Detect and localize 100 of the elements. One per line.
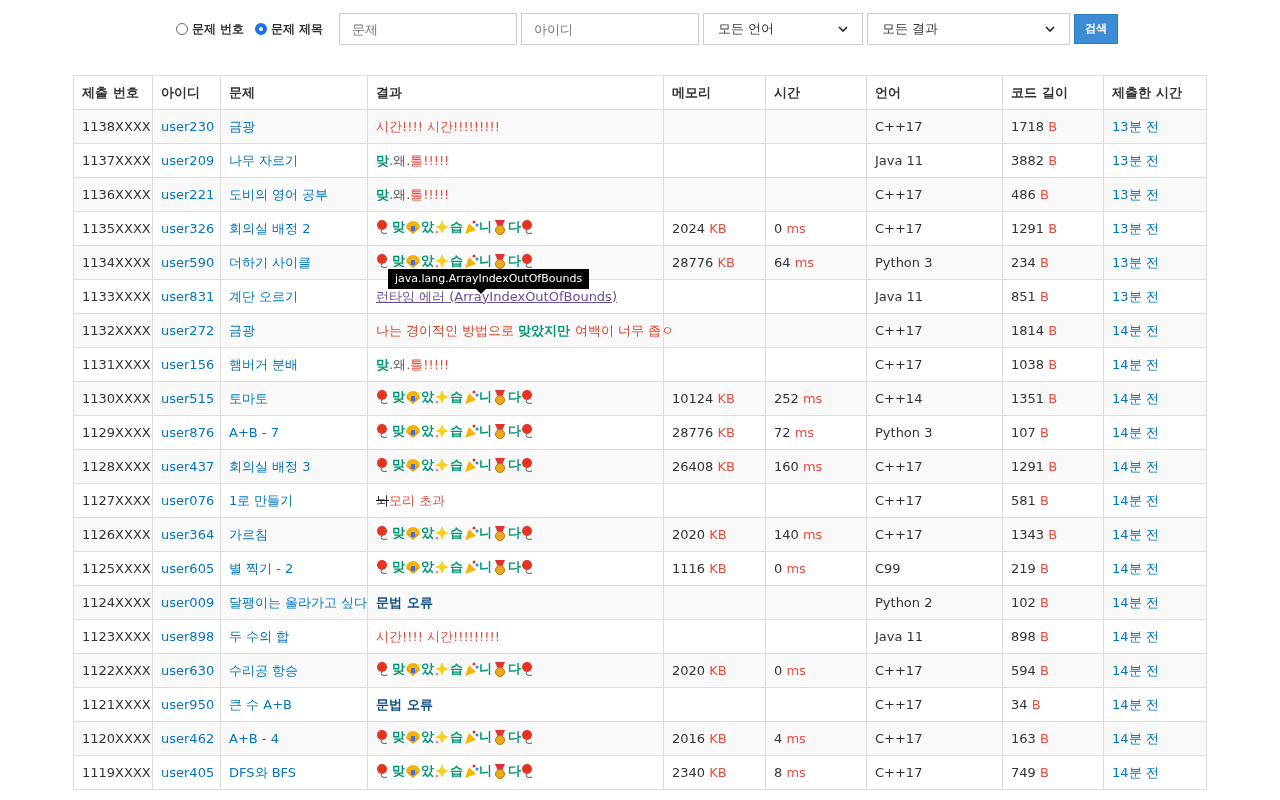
submission-id: 1135XXXX bbox=[82, 220, 151, 236]
submission-id: 1119XXXX bbox=[82, 764, 151, 780]
problem-search-field[interactable]: 문제 bbox=[338, 13, 517, 45]
problem-link[interactable]: 토마토 bbox=[229, 390, 268, 406]
result-syllable: 니 bbox=[479, 251, 492, 270]
sparkle-icon bbox=[434, 456, 450, 473]
problem-link[interactable]: 큰 수 A+B bbox=[229, 696, 292, 712]
result-syllable: 다 bbox=[508, 659, 521, 678]
memory-value: 1116 KB bbox=[672, 560, 727, 576]
party-popper-icon bbox=[463, 762, 479, 779]
result-syllable: 니 bbox=[479, 523, 492, 542]
code-length: 749 B bbox=[1011, 764, 1049, 780]
tooltip-arrow-icon bbox=[476, 289, 486, 294]
party-popper-icon bbox=[463, 456, 479, 473]
result-syllable: 맞 bbox=[392, 761, 405, 780]
code-length: 486 B bbox=[1011, 186, 1049, 202]
party-popper-icon bbox=[463, 252, 479, 269]
result-syllable: 습 bbox=[450, 761, 463, 780]
result-syllable: 다 bbox=[508, 251, 521, 270]
result-text: 맞.왜.틀!!!!! bbox=[376, 186, 450, 202]
search-mode-radio[interactable]: 문제 제목 bbox=[254, 20, 323, 38]
column-header: 메모리 bbox=[663, 75, 766, 110]
error-tooltip: java.lang.ArrayIndexOutOfBounds bbox=[388, 269, 590, 289]
column-header: 언어 bbox=[866, 75, 1003, 110]
confetti-ball-icon bbox=[405, 456, 421, 473]
search-mode-radio[interactable]: 문제 번호 bbox=[176, 20, 245, 38]
sparkle-icon bbox=[434, 660, 450, 677]
language: C++17 bbox=[875, 662, 923, 678]
problem-link[interactable]: A+B - 7 bbox=[229, 424, 279, 440]
search-button[interactable]: 검색 bbox=[1073, 14, 1118, 44]
result-syllable: 습 bbox=[450, 387, 463, 406]
result-syllable: 니 bbox=[479, 727, 492, 746]
submission-id: 1122XXXX bbox=[82, 662, 151, 678]
code-length: 102 B bbox=[1011, 594, 1049, 610]
language: C++17 bbox=[875, 322, 923, 338]
sparkle-icon bbox=[434, 558, 450, 575]
language: Java 11 bbox=[875, 628, 924, 644]
problem-link[interactable]: A+B - 4 bbox=[229, 730, 279, 746]
code-length: 898 B bbox=[1011, 628, 1049, 644]
submission-id: 1125XXXX bbox=[82, 560, 151, 576]
problem-link[interactable]: 금광 bbox=[229, 118, 255, 134]
problem-link[interactable]: 가르침 bbox=[229, 526, 268, 542]
result-syllable: 았 bbox=[421, 251, 434, 270]
result-select[interactable]: 모든 결과 bbox=[866, 13, 1070, 45]
language: C++17 bbox=[875, 356, 923, 372]
result-syllable: 맞 bbox=[392, 421, 405, 440]
result-syllable: 았 bbox=[421, 761, 434, 780]
time-value: 0 ms bbox=[774, 220, 806, 236]
result-syllable: 다 bbox=[508, 557, 521, 576]
result-text: 시간!!!! 시간!!!!!!!!! bbox=[376, 118, 500, 134]
result-syllable: 맞 bbox=[392, 387, 405, 406]
confetti-ball-icon bbox=[405, 728, 421, 745]
problem-link[interactable]: 두 수의 합 bbox=[229, 628, 290, 644]
code-length: 1343 B bbox=[1011, 526, 1058, 542]
result-syllable: 맞 bbox=[392, 659, 405, 678]
confetti-ball-icon bbox=[405, 422, 421, 439]
submission-id: 1138XXXX bbox=[82, 118, 151, 134]
problem-link[interactable]: 금광 bbox=[229, 322, 255, 338]
result-text: 문법 오류 bbox=[376, 594, 433, 610]
memory-value: 26408 KB bbox=[672, 458, 735, 474]
sparkle-icon bbox=[434, 388, 450, 405]
time-value: 4 ms bbox=[774, 730, 806, 746]
submission-id: 1124XXXX bbox=[82, 594, 151, 610]
result-syllable: 았 bbox=[421, 455, 434, 474]
memory-value: 2020 KB bbox=[672, 526, 727, 542]
result-text: 맞.왜.틀!!!!! bbox=[376, 152, 450, 168]
column-header: 문제 bbox=[220, 75, 368, 110]
result-syllable: 았 bbox=[421, 217, 434, 236]
code-length: 234 B bbox=[1011, 254, 1049, 270]
caret-icon bbox=[837, 26, 848, 32]
language-select[interactable]: 모든 언어 bbox=[702, 13, 863, 45]
result-syllable: 니 bbox=[479, 421, 492, 440]
submission-id: 1132XXXX bbox=[82, 322, 151, 338]
language: Python 3 bbox=[875, 424, 933, 440]
memory-value: 10124 KB bbox=[672, 390, 735, 406]
submission-id: 1134XXXX bbox=[82, 254, 151, 270]
result-syllable: 다 bbox=[508, 523, 521, 542]
result-syllable: 았 bbox=[421, 557, 434, 576]
result-syllable: 습 bbox=[450, 557, 463, 576]
result-syllable: 맞 bbox=[392, 455, 405, 474]
submission-id: 1136XXXX bbox=[82, 186, 151, 202]
time-value: 160 ms bbox=[774, 458, 823, 474]
user-id-field[interactable]: 아이디 bbox=[520, 13, 699, 45]
submission-id: 1129XXXX bbox=[82, 424, 151, 440]
language: Python 2 bbox=[875, 594, 933, 610]
code-length: 1038 B bbox=[1011, 356, 1058, 372]
result-syllable: 니 bbox=[479, 659, 492, 678]
medal-icon bbox=[492, 762, 508, 779]
column-header: 결과 bbox=[367, 75, 664, 110]
medal-icon bbox=[492, 388, 508, 405]
time-value: 252 ms bbox=[774, 390, 823, 406]
medal-icon bbox=[492, 524, 508, 541]
sparkle-icon bbox=[434, 524, 450, 541]
result-syllable: 맞 bbox=[392, 251, 405, 270]
result-syllable: 니 bbox=[479, 761, 492, 780]
result-syllable: 니 bbox=[479, 455, 492, 474]
party-popper-icon bbox=[463, 728, 479, 745]
sparkle-icon bbox=[434, 728, 450, 745]
result-text: 문법 오류 bbox=[376, 696, 433, 712]
party-popper-icon bbox=[463, 422, 479, 439]
